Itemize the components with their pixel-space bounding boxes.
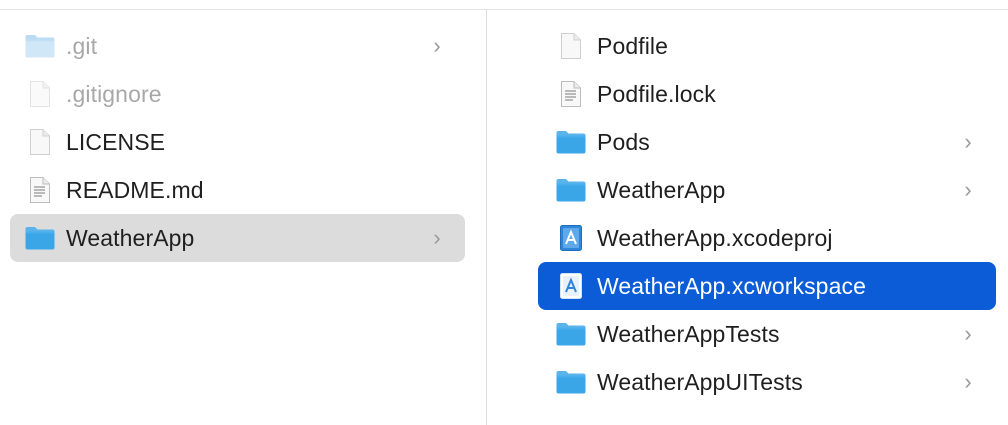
list-item-pods[interactable]: Pods › bbox=[538, 118, 996, 166]
list-item-label: WeatherAppUITests bbox=[597, 368, 803, 395]
folder-icon bbox=[555, 127, 587, 157]
folder-icon bbox=[24, 223, 56, 253]
chevron-right-icon[interactable]: › bbox=[956, 369, 980, 395]
finder-window: .git › .gitignore LICENSE README.md Weat… bbox=[0, 0, 1008, 425]
list-item-label: WeatherApp bbox=[597, 176, 726, 203]
list-item-git[interactable]: .git › bbox=[10, 22, 465, 70]
chevron-right-icon[interactable]: › bbox=[956, 321, 980, 347]
list-item-label: LICENSE bbox=[66, 128, 166, 155]
list-item-label: WeatherAppTests bbox=[597, 320, 780, 347]
list-item-weatherapptests[interactable]: WeatherAppTests › bbox=[538, 310, 996, 358]
toolbar-edge bbox=[0, 0, 1008, 10]
list-item-weatherappuitests[interactable]: WeatherAppUITests › bbox=[538, 358, 996, 406]
list-item-label: WeatherApp.xcodeproj bbox=[597, 224, 833, 251]
column-1[interactable]: .git › .gitignore LICENSE README.md Weat… bbox=[0, 10, 486, 425]
xcode-project-icon bbox=[555, 223, 587, 253]
list-item-label: Podfile.lock bbox=[597, 80, 716, 107]
list-item-readme[interactable]: README.md bbox=[10, 166, 465, 214]
list-item-label: .gitignore bbox=[66, 80, 162, 107]
list-item-weatherapp[interactable]: WeatherApp › bbox=[10, 214, 465, 262]
list-item-label: README.md bbox=[66, 176, 204, 203]
chevron-right-icon[interactable]: › bbox=[956, 177, 980, 203]
xcode-workspace-icon bbox=[555, 271, 587, 301]
list-item-license[interactable]: LICENSE bbox=[10, 118, 465, 166]
document-icon bbox=[555, 31, 587, 61]
folder-icon bbox=[555, 175, 587, 205]
chevron-right-icon[interactable]: › bbox=[425, 225, 449, 251]
list-item-label: .git bbox=[66, 32, 98, 59]
folder-icon bbox=[555, 319, 587, 349]
list-item-label: Pods bbox=[597, 128, 650, 155]
chevron-right-icon[interactable]: › bbox=[425, 33, 449, 59]
document-icon bbox=[24, 127, 56, 157]
text-document-icon bbox=[555, 79, 587, 109]
list-item-label: WeatherApp bbox=[66, 224, 195, 251]
text-document-icon bbox=[24, 175, 56, 205]
document-icon bbox=[24, 79, 56, 109]
list-item-label: Podfile bbox=[597, 32, 669, 59]
list-item-podfile[interactable]: Podfile bbox=[538, 22, 996, 70]
list-item-xcworkspace[interactable]: WeatherApp.xcworkspace bbox=[538, 262, 996, 310]
folder-icon bbox=[24, 31, 56, 61]
chevron-right-icon[interactable]: › bbox=[956, 129, 980, 155]
list-item-label: WeatherApp.xcworkspace bbox=[597, 272, 866, 299]
list-item-xcodeproj[interactable]: WeatherApp.xcodeproj bbox=[538, 214, 996, 262]
folder-icon bbox=[555, 367, 587, 397]
column-2[interactable]: Podfile Podfile.lock Pods › WeatherApp ›… bbox=[487, 10, 1008, 425]
list-item-podfile-lock[interactable]: Podfile.lock bbox=[538, 70, 996, 118]
list-item-weatherapp-folder[interactable]: WeatherApp › bbox=[538, 166, 996, 214]
list-item-gitignore[interactable]: .gitignore bbox=[10, 70, 465, 118]
